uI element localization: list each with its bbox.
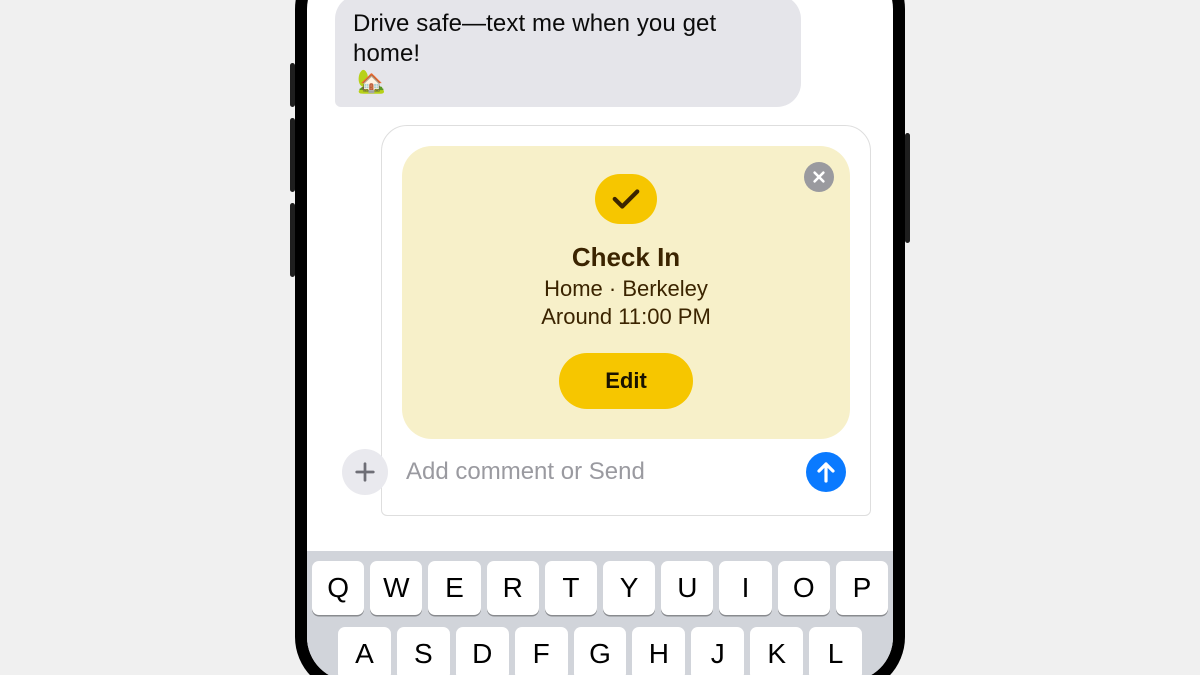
edit-button[interactable]: Edit [559, 353, 693, 409]
checkmark-icon [595, 174, 657, 224]
message-text: Drive safe—text me when you get home! [353, 9, 781, 70]
send-button[interactable] [806, 452, 846, 492]
key-s[interactable]: S [397, 627, 450, 675]
phone-frame: Drive safe—text me when you get home! 🏡 … [295, 0, 905, 675]
key-k[interactable]: K [750, 627, 803, 675]
plus-icon[interactable] [342, 449, 388, 495]
key-h[interactable]: H [632, 627, 685, 675]
key-t[interactable]: T [545, 561, 597, 615]
close-icon[interactable] [804, 162, 834, 192]
comment-input[interactable]: Add comment or Send [402, 458, 792, 486]
keyboard-row-2: A S D F G H J K L [312, 627, 888, 675]
checkin-title: Check In [572, 242, 680, 273]
house-emoji: 🏡 [357, 70, 386, 93]
key-u[interactable]: U [661, 561, 713, 615]
incoming-message[interactable]: Drive safe—text me when you get home! 🏡 [335, 0, 801, 107]
key-j[interactable]: J [691, 627, 744, 675]
key-g[interactable]: G [574, 627, 627, 675]
key-q[interactable]: Q [312, 561, 364, 615]
volume-down [290, 203, 295, 277]
compose-row: Add comment or Send [342, 449, 856, 497]
key-d[interactable]: D [456, 627, 509, 675]
key-p[interactable]: P [836, 561, 888, 615]
key-f[interactable]: F [515, 627, 568, 675]
key-y[interactable]: Y [603, 561, 655, 615]
key-r[interactable]: R [487, 561, 539, 615]
checkin-location: Home · Berkeley [544, 275, 708, 303]
key-l[interactable]: L [809, 627, 862, 675]
power-button [905, 133, 910, 243]
mute-switch [290, 63, 295, 107]
key-w[interactable]: W [370, 561, 422, 615]
checkin-attachment: Check In Home · Berkeley Around 11:00 PM… [381, 125, 871, 516]
compose-area: Check In Home · Berkeley Around 11:00 PM… [381, 125, 871, 516]
screen: Drive safe—text me when you get home! 🏡 … [307, 0, 893, 675]
volume-up [290, 118, 295, 192]
keyboard-row-1: Q W E R T Y U I O P [312, 561, 888, 615]
keyboard: Q W E R T Y U I O P A S D F G H J K L [307, 551, 893, 675]
key-a[interactable]: A [338, 627, 391, 675]
key-e[interactable]: E [428, 561, 480, 615]
checkin-time: Around 11:00 PM [541, 303, 711, 331]
key-o[interactable]: O [778, 561, 830, 615]
checkin-card: Check In Home · Berkeley Around 11:00 PM… [402, 146, 850, 439]
message-thread[interactable]: Drive safe—text me when you get home! 🏡 … [307, 0, 893, 551]
key-i[interactable]: I [719, 561, 771, 615]
